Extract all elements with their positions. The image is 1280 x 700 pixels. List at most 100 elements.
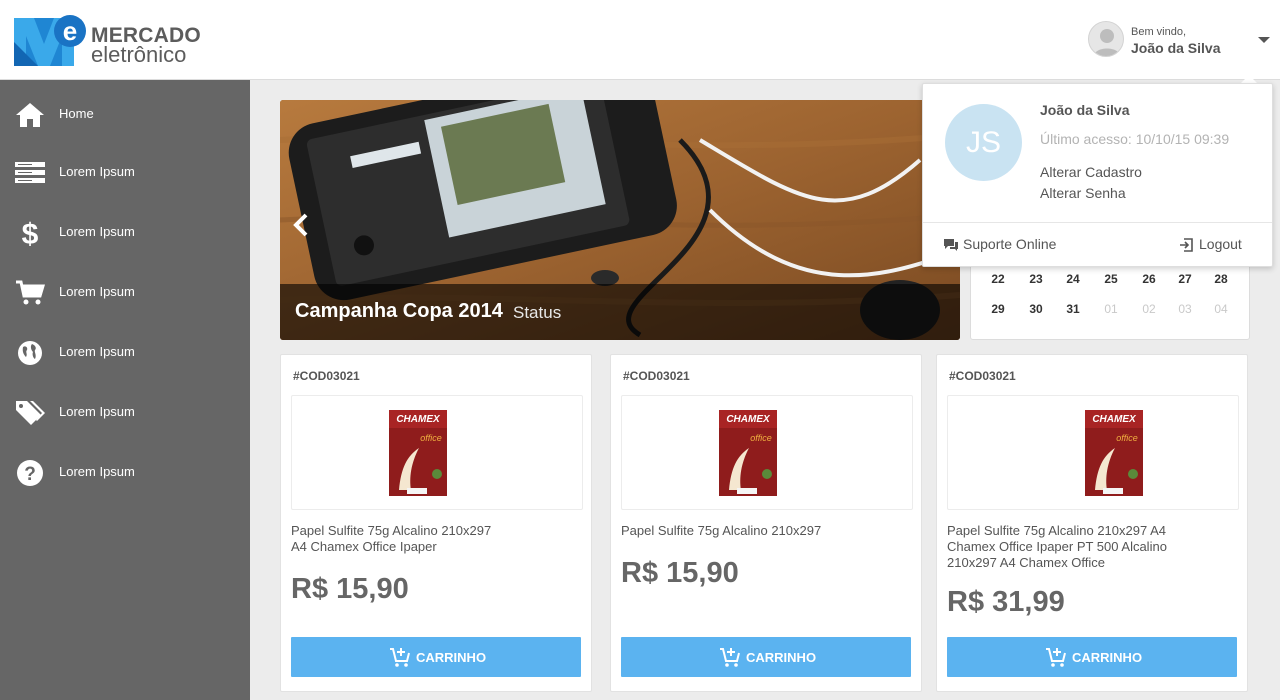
sidebar-item-finance[interactable]: $ Lorem Ipsum	[0, 209, 250, 257]
product-name[interactable]: Papel Sulfite 75g Alcalino 210x297 A4 Ch…	[291, 523, 491, 555]
sidebar-item-help[interactable]: ? Lorem Ipsum	[0, 449, 250, 497]
cart-plus-icon	[1046, 648, 1066, 667]
product-price: R$ 15,90	[621, 557, 739, 589]
add-to-cart-label: CARRINHO	[416, 650, 487, 665]
globe-icon	[18, 341, 42, 365]
sidebar-item-label: Lorem Ipsum	[59, 464, 135, 479]
calendar-day[interactable]: 25	[1094, 272, 1128, 286]
dropdown-user-name: João da Silva	[1040, 102, 1130, 118]
campaign-banner[interactable]: Campanha Copa 2014 Status	[280, 100, 960, 340]
user-dropdown: JS João da Silva Último acesso: 10/10/15…	[922, 83, 1273, 267]
calendar-day[interactable]: 27	[1168, 272, 1202, 286]
calendar-day[interactable]: 24	[1056, 272, 1090, 286]
product-name-line: Papel Sulfite 75g Alcalino 210x297 A4	[947, 523, 1167, 538]
svg-text:?: ?	[24, 464, 36, 485]
calendar-day[interactable]: 29	[981, 302, 1015, 316]
product-card: #COD03021 CHAMEX office Papel Sulfite 75…	[280, 354, 592, 692]
calendar-day[interactable]: 30	[1019, 302, 1053, 316]
user-initials-avatar: JS	[945, 104, 1022, 181]
chat-icon	[944, 239, 958, 251]
calendar-day[interactable]: 22	[981, 272, 1015, 286]
dollar-icon: $	[22, 219, 39, 247]
product-card: #COD03021 CHAMEX office Papel Sulfite 75…	[610, 354, 922, 692]
sidebar-item-tags[interactable]: Lorem Ipsum	[0, 389, 250, 437]
user-menu-toggle[interactable]: Bem vindo, João da Silva	[1088, 20, 1273, 60]
product-code: #COD03021	[949, 369, 1016, 383]
calendar-day-muted[interactable]: 03	[1168, 302, 1202, 316]
calendar-day[interactable]: 26	[1132, 272, 1166, 286]
add-to-cart-button[interactable]: CARRINHO	[621, 637, 911, 677]
product-name-line: Papel Sulfite 75g Alcalino 210x297	[621, 523, 822, 538]
support-label: Suporte Online	[963, 236, 1057, 252]
logo-line-2: eletrônico	[91, 42, 187, 67]
logo-icon: e	[14, 15, 86, 66]
product-price: R$ 15,90	[291, 573, 409, 605]
paper-ream-image: CHAMEX office	[1085, 410, 1143, 496]
chevron-left-icon[interactable]	[290, 212, 312, 238]
sidebar-item-label: Lorem Ipsum	[59, 164, 135, 179]
calendar-day[interactable]: 28	[1204, 272, 1238, 286]
calendar-day[interactable]: 31	[1056, 302, 1090, 316]
brand-logo[interactable]: e MERCADO eletrônico	[14, 14, 204, 66]
divider	[923, 222, 1272, 223]
user-silhouette-icon	[1094, 29, 1120, 56]
sidebar-item-cart[interactable]: Lorem Ipsum	[0, 269, 250, 317]
ream-sub: office	[1116, 433, 1138, 443]
product-image[interactable]: CHAMEX office	[621, 395, 913, 510]
logout-icon	[1180, 238, 1193, 252]
product-name-line: 210x297 A4 Chamex Office	[947, 555, 1106, 570]
sidebar: Home Lorem Ipsum $ Lorem Ipsum Lorem Ips…	[0, 80, 250, 700]
welcome-text: Bem vindo,	[1131, 26, 1187, 38]
cart-plus-icon	[720, 648, 740, 667]
calendar-day[interactable]: 23	[1019, 272, 1053, 286]
sidebar-item-label: Lorem Ipsum	[59, 224, 135, 239]
product-code: #COD03021	[293, 369, 360, 383]
list-icon	[15, 162, 45, 183]
ream-sub: office	[750, 433, 772, 443]
calendar-day-muted[interactable]: 01	[1094, 302, 1128, 316]
tags-icon	[16, 401, 45, 425]
help-icon: ?	[17, 460, 43, 486]
paper-ream-image: CHAMEX office	[719, 410, 777, 496]
product-price: R$ 31,99	[947, 586, 1065, 618]
product-card: #COD03021 CHAMEX office Papel Sulfite 75…	[936, 354, 1248, 692]
svg-text:$: $	[22, 219, 39, 247]
calendar-day-muted[interactable]: 04	[1204, 302, 1238, 316]
home-icon	[16, 103, 44, 127]
svg-text:e: e	[63, 16, 77, 46]
banner-title: Campanha Copa 2014	[295, 300, 503, 322]
sidebar-item-list[interactable]: Lorem Ipsum	[0, 149, 250, 197]
product-name-line: Papel Sulfite 75g Alcalino 210x297	[291, 523, 492, 538]
product-name[interactable]: Papel Sulfite 75g Alcalino 210x297 A4 Ch…	[947, 523, 1167, 571]
sidebar-item-label: Lorem Ipsum	[59, 404, 135, 419]
chevron-down-icon[interactable]	[1258, 37, 1270, 43]
last-access-text: Último acesso: 10/10/15 09:39	[1040, 131, 1230, 147]
change-password-link[interactable]: Alterar Senha	[1040, 185, 1126, 201]
sidebar-item-globe[interactable]: Lorem Ipsum	[0, 329, 250, 377]
product-image[interactable]: CHAMEX office	[291, 395, 583, 510]
banner-caption: Campanha Copa 2014 Status	[280, 284, 960, 340]
sidebar-item-label: Lorem Ipsum	[59, 284, 135, 299]
banner-status: Status	[513, 303, 562, 322]
sidebar-item-home[interactable]: Home	[0, 91, 250, 139]
add-to-cart-button[interactable]: CARRINHO	[291, 637, 581, 677]
avatar	[1088, 21, 1124, 57]
add-to-cart-label: CARRINHO	[746, 650, 817, 665]
calendar-day-muted[interactable]: 02	[1132, 302, 1166, 316]
top-header: e MERCADO eletrônico Bem vindo, João da …	[0, 0, 1280, 80]
cart-plus-icon	[390, 648, 410, 667]
edit-profile-link[interactable]: Alterar Cadastro	[1040, 164, 1142, 180]
header-user-name: João da Silva	[1131, 40, 1221, 56]
paper-ream-image: CHAMEX office	[389, 410, 447, 496]
ream-brand: CHAMEX	[726, 414, 771, 425]
product-image[interactable]: CHAMEX office	[947, 395, 1239, 510]
add-to-cart-button[interactable]: CARRINHO	[947, 637, 1237, 677]
product-name[interactable]: Papel Sulfite 75g Alcalino 210x297	[621, 523, 821, 539]
logo-text: MERCADO eletrônico	[91, 25, 201, 67]
logout-label: Logout	[1199, 236, 1242, 252]
product-name-line: A4 Chamex Office Ipaper	[291, 539, 437, 554]
product-code: #COD03021	[623, 369, 690, 383]
sidebar-item-label: Home	[59, 106, 94, 121]
ream-sub: office	[420, 433, 442, 443]
cart-icon	[16, 280, 45, 305]
